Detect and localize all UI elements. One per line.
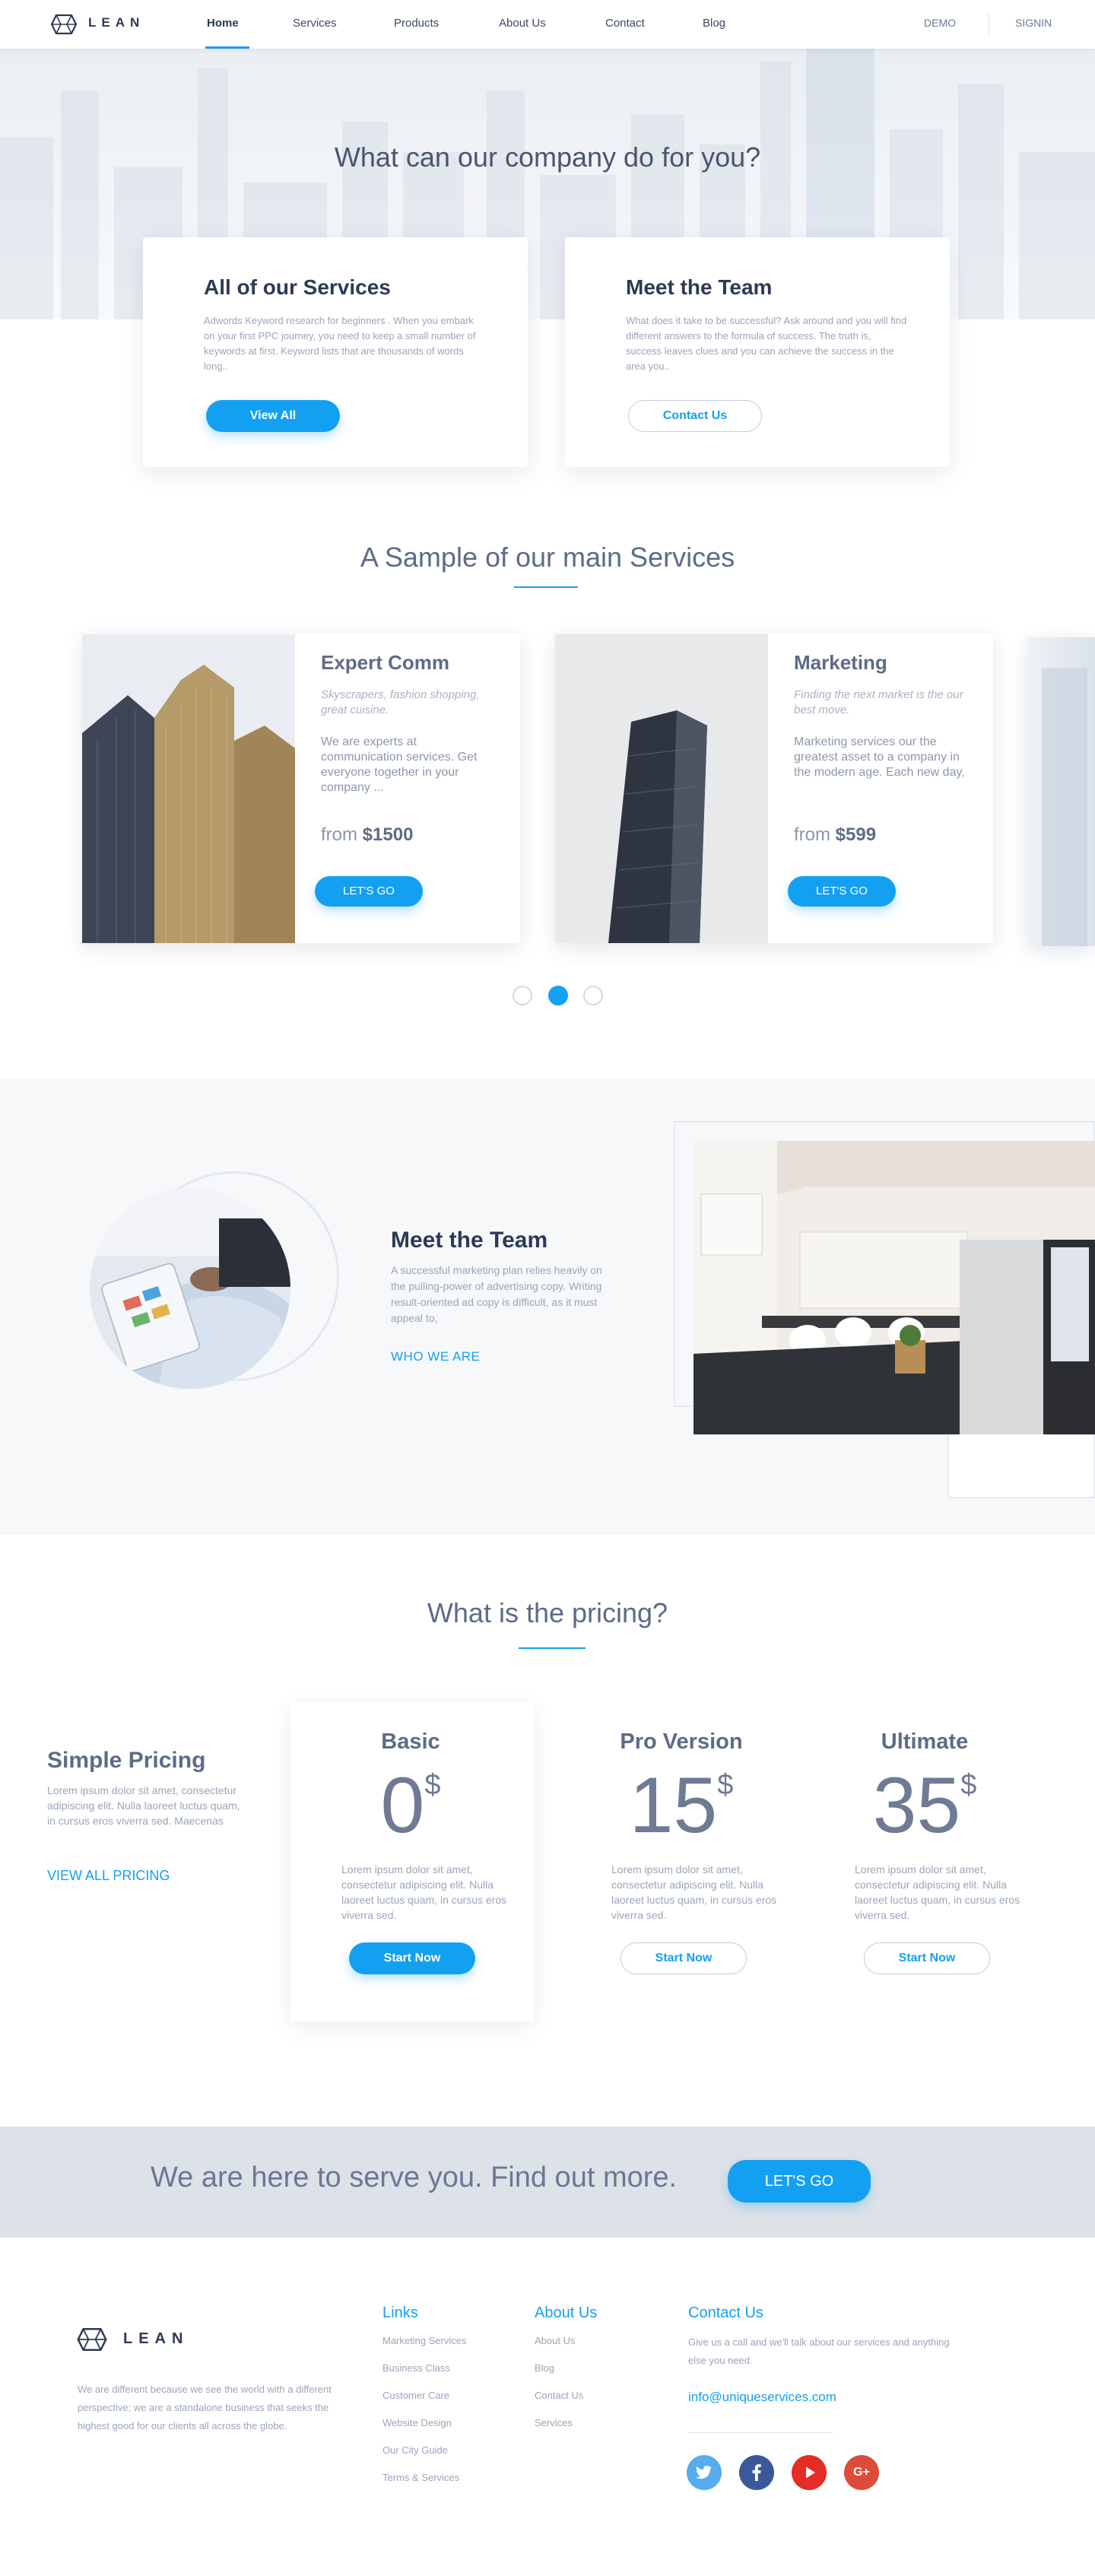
nav-link-products[interactable]: Products <box>394 17 439 30</box>
nav-link-blog[interactable]: Blog <box>703 17 725 30</box>
service-description: We are experts at communication services… <box>321 735 478 794</box>
service-title: Marketing <box>794 651 887 674</box>
start-now-button[interactable]: Start Now <box>620 1942 747 1974</box>
facebook-icon[interactable] <box>739 2455 774 2490</box>
twitter-icon[interactable] <box>687 2455 722 2490</box>
plan-description: Lorem ipsum dolor sit amet, consectetur … <box>855 1863 1020 1921</box>
active-nav-indicator <box>205 46 249 49</box>
office-image <box>694 1141 1095 1434</box>
services-card: All of our Services Adwords Keyword rese… <box>143 237 528 467</box>
skyscraper-image <box>82 634 295 943</box>
footer-email-link[interactable]: info@uniqueservices.com <box>688 2390 836 2405</box>
plan-name: Ultimate <box>881 1730 969 1754</box>
youtube-icon[interactable] <box>792 2455 827 2490</box>
footer-contact-text: Give us a call and we'll talk about our … <box>688 2336 950 2366</box>
plan-price: 15$ <box>629 1761 734 1850</box>
team-card: Meet the Team What does it take to be su… <box>565 237 950 467</box>
nav-link-services[interactable]: Services <box>293 17 337 30</box>
plan-name: Basic <box>381 1730 440 1754</box>
view-all-pricing-link[interactable]: VIEW ALL PRICING <box>47 1868 170 1884</box>
service-price: from $1500 <box>321 824 414 845</box>
title-underline <box>514 586 578 588</box>
carousel-dot-2[interactable] <box>548 986 568 1005</box>
nav-link-contact[interactable]: Contact <box>605 17 645 30</box>
footer-link[interactable]: Terms & Services <box>382 2472 459 2483</box>
google-plus-icon[interactable]: G+ <box>844 2455 879 2490</box>
title-underline <box>519 1647 586 1649</box>
service-card-marketing[interactable]: Marketing Finding the next market is the… <box>555 634 993 943</box>
signin-link[interactable]: SIGNIN <box>1015 17 1052 29</box>
nav-link-home[interactable]: Home <box>207 17 239 30</box>
card-text: What does it take to be successful? Ask … <box>626 315 907 372</box>
cta-text: We are here to serve you. Find out more. <box>151 2161 678 2193</box>
nav-link-about[interactable]: About Us <box>499 17 546 30</box>
plan-description: Lorem ipsum dolor sit amet, consectetur … <box>341 1863 507 1921</box>
footer-link[interactable]: Our City Guide <box>382 2444 448 2456</box>
team-title: Meet the Team <box>391 1228 548 1253</box>
footer-link[interactable]: Services <box>535 2417 573 2428</box>
service-tagline: Skyscrapers, fashion shopping, great cui… <box>321 688 480 716</box>
team-photo <box>90 1188 290 1389</box>
carousel-dot-1[interactable] <box>513 986 532 1005</box>
footer-brand-name[interactable]: LEAN <box>123 2330 189 2348</box>
service-title: Expert Comm <box>321 651 450 674</box>
footer-divider <box>688 2432 833 2433</box>
footer-link[interactable]: Website Design <box>382 2417 452 2428</box>
footer-link[interactable]: Business Class <box>382 2362 450 2374</box>
team-description: A successful marketing plan relies heavi… <box>391 1264 602 1324</box>
footer-link[interactable]: Blog <box>535 2362 554 2374</box>
service-card-peek[interactable] <box>1028 637 1095 946</box>
footer-link[interactable]: Contact Us <box>535 2390 583 2401</box>
plan-description: Lorem ipsum dolor sit amet, consectetur … <box>611 1863 777 1921</box>
simple-pricing-text: Lorem ipsum dolor sit amet, consectetur … <box>47 1784 240 1827</box>
footer-about-heading: About Us <box>535 2304 598 2321</box>
carousel-dot-3[interactable] <box>583 986 603 1005</box>
hero-title: What can our company do for you? <box>334 141 761 173</box>
footer-contact-heading: Contact Us <box>688 2304 763 2321</box>
card-title: All of our Services <box>204 275 391 299</box>
footer-links-heading: Links <box>382 2304 418 2321</box>
cta-lets-go-button[interactable]: LET'S GO <box>728 2160 871 2203</box>
view-all-button[interactable]: View All <box>206 400 340 432</box>
card-text: Adwords Keyword research for beginners .… <box>204 315 476 372</box>
plan-price: 35$ <box>872 1761 977 1850</box>
plan-price: 0$ <box>380 1761 441 1850</box>
logo-icon[interactable] <box>76 2327 108 2352</box>
lets-go-button[interactable]: LET'S GO <box>788 876 896 907</box>
footer-link[interactable]: About Us <box>535 2335 575 2346</box>
pricing-title: What is the pricing? <box>427 1597 668 1628</box>
simple-pricing-title: Simple Pricing <box>47 1748 206 1773</box>
service-price: from $599 <box>794 824 877 845</box>
who-we-are-link[interactable]: WHO WE ARE <box>391 1349 480 1364</box>
services-section-title: A Sample of our main Services <box>360 542 735 573</box>
footer-link[interactable]: Marketing Services <box>382 2335 467 2346</box>
tower-image <box>555 634 768 943</box>
top-nav: LEAN Home Services Products About Us Con… <box>0 0 1095 49</box>
plan-name: Pro Version <box>620 1730 743 1754</box>
footer-link[interactable]: Customer Care <box>382 2390 449 2401</box>
service-card-expert-comm[interactable]: Expert Comm Skyscrapers, fashion shoppin… <box>82 634 520 943</box>
logo-icon[interactable] <box>50 14 78 35</box>
brand-name[interactable]: LEAN <box>88 15 144 30</box>
footer-about-text: We are different because we see the worl… <box>78 2384 332 2431</box>
service-description: Marketing services our the greatest asse… <box>794 735 965 779</box>
contact-us-button[interactable]: Contact Us <box>628 400 762 432</box>
service-tagline: Finding the next market is the our best … <box>794 688 963 716</box>
start-now-button[interactable]: Start Now <box>864 1942 990 1974</box>
start-now-button[interactable]: Start Now <box>349 1942 475 1974</box>
lets-go-button[interactable]: LET'S GO <box>315 876 423 907</box>
demo-link[interactable]: DEMO <box>924 17 956 29</box>
card-title: Meet the Team <box>626 275 773 299</box>
